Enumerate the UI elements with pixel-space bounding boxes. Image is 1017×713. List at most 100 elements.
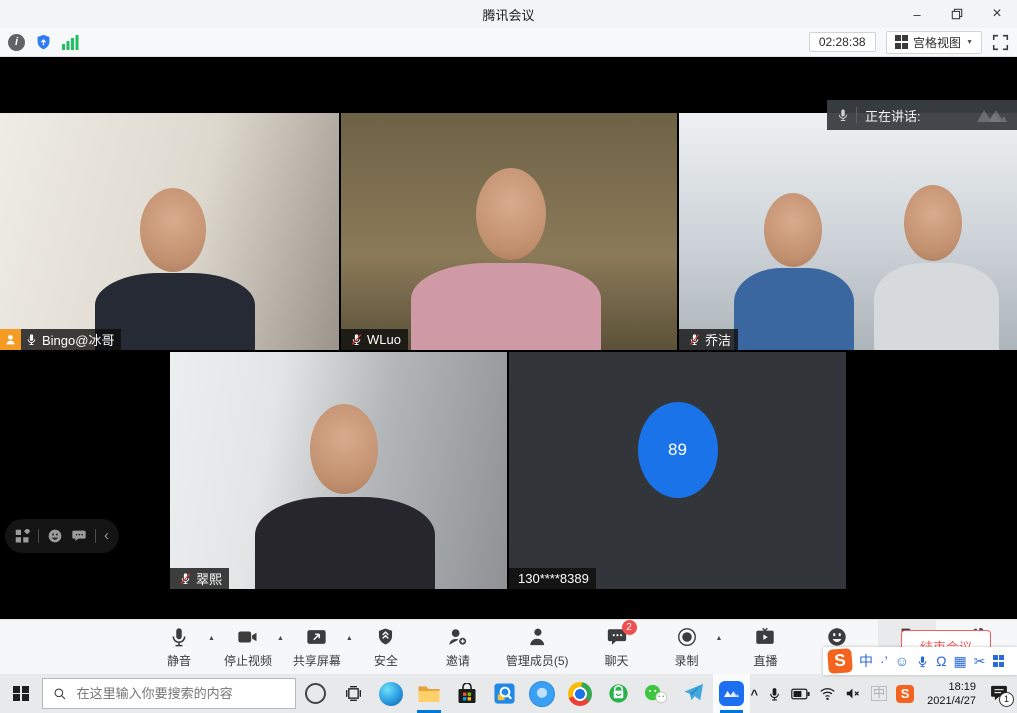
security-button[interactable]: 安全	[357, 620, 415, 674]
ime-keyboard-icon[interactable]: ▦	[954, 654, 967, 668]
ime-language-icon[interactable]: 中	[859, 654, 873, 668]
ime-toolbar: S 中 ·’ ☺ Ω ▦ ✂	[823, 647, 1017, 675]
ime-emoji-icon[interactable]: ☺	[895, 654, 909, 668]
members-icon	[526, 625, 548, 648]
security-shield-icon[interactable]	[34, 33, 53, 52]
chat-icon: 2	[606, 625, 628, 648]
video-tile-bingo[interactable]: Bingo@冰哥	[0, 113, 339, 350]
tray-date: 2021/4/27	[927, 694, 976, 708]
taskbar-app-chrome[interactable]	[561, 674, 599, 713]
view-mode-switch[interactable]: 宫格视图 ▼	[886, 31, 982, 54]
chat-unread-badge: 2	[622, 620, 637, 635]
invite-button[interactable]: 邀请	[429, 620, 487, 674]
share-screen-button[interactable]: 共享屏幕	[288, 625, 346, 669]
taskbar-app-clock[interactable]	[523, 674, 561, 713]
share-options-caret[interactable]: ▲	[346, 635, 353, 642]
mic-muted-icon	[179, 572, 192, 585]
participant-face	[764, 193, 822, 267]
wifi-icon[interactable]	[819, 686, 836, 701]
taskbar-app-telegram[interactable]	[675, 674, 713, 713]
volume-muted-icon[interactable]	[845, 686, 862, 701]
cortana-button[interactable]	[296, 674, 334, 713]
host-badge-icon	[0, 329, 21, 350]
live-tv-icon	[754, 625, 776, 648]
windows-taskbar: ^ 中 S 18:19 2021/4/27 1	[0, 674, 1017, 713]
layout-icon[interactable]	[15, 529, 30, 544]
taskbar-app-edge[interactable]	[372, 674, 410, 713]
restore-button[interactable]	[937, 0, 977, 28]
window-title: 腾讯会议	[0, 5, 1017, 24]
start-button[interactable]	[0, 674, 42, 713]
taskbar-search[interactable]	[42, 678, 297, 709]
participant-torso-2	[874, 263, 999, 350]
invite-label: 邀请	[446, 652, 470, 669]
live-stream-button[interactable]: 直播	[736, 620, 794, 674]
ime-toolbox-icon[interactable]	[993, 655, 1005, 667]
record-options-caret[interactable]: ▲	[716, 635, 723, 642]
taskbar-app-meeting[interactable]	[713, 674, 751, 713]
video-tile-phone[interactable]: 89 130****8389	[509, 352, 846, 589]
mute-button[interactable]: 静音	[150, 625, 208, 669]
wechat-icon	[643, 683, 668, 705]
video-tile-qiaojie[interactable]: 乔洁	[679, 113, 1017, 350]
taskbar-app-wechat[interactable]	[637, 674, 675, 713]
divider	[95, 529, 96, 543]
video-tile-wluo[interactable]: WLuo	[341, 113, 677, 350]
meeting-info-icon[interactable]: i	[8, 34, 25, 51]
mic-on-icon	[25, 333, 38, 346]
cortana-icon	[305, 683, 326, 704]
tray-expand-icon[interactable]: ^	[750, 687, 758, 702]
search-input[interactable]	[75, 685, 286, 702]
taskbar-app-photos[interactable]	[486, 674, 524, 713]
taskbar-app-store[interactable]	[448, 674, 486, 713]
fullscreen-icon[interactable]	[992, 34, 1009, 51]
ime-screenshot-icon[interactable]: ✂	[974, 654, 986, 668]
manage-members-button[interactable]: 管理成员(5)	[501, 620, 574, 674]
manage-members-label: 管理成员(5)	[506, 652, 569, 669]
task-view-icon	[345, 685, 362, 702]
mic-options-caret[interactable]: ▲	[208, 635, 215, 642]
telegram-icon	[682, 682, 705, 705]
share-screen-icon	[305, 625, 328, 648]
live-stream-label: 直播	[753, 652, 777, 669]
minimize-button[interactable]: –	[897, 0, 937, 28]
record-button[interactable]: 录制	[658, 625, 716, 669]
taskbar-app-explorer[interactable]	[410, 674, 448, 713]
record-label: 录制	[675, 652, 699, 669]
tray-mic-icon[interactable]	[767, 686, 782, 702]
ime-voice-icon[interactable]	[916, 654, 929, 669]
taskbar-app-green-store[interactable]	[599, 674, 637, 713]
grid-view-icon	[895, 35, 909, 49]
chat-bubble-icon[interactable]	[71, 528, 87, 544]
windows-logo-icon	[13, 686, 29, 702]
stop-video-button[interactable]: 停止视频	[219, 625, 277, 669]
search-icon	[53, 687, 67, 701]
tray-time: 18:19	[927, 680, 976, 694]
participant-name-tag: 翠熙	[170, 568, 229, 589]
ime-symbols-icon[interactable]: Ω	[936, 654, 946, 668]
participant-torso	[734, 268, 854, 350]
emoji-icon[interactable]	[47, 528, 63, 544]
participant-torso	[255, 497, 435, 589]
sogou-logo-icon[interactable]: S	[827, 648, 853, 674]
topbar-right: 02:28:38 宫格视图 ▼	[809, 31, 1009, 54]
video-tile-cuixi[interactable]: 翠熙	[170, 352, 507, 589]
notification-center-button[interactable]: 1	[989, 683, 1011, 705]
avatar: 89	[638, 402, 718, 498]
battery-icon[interactable]	[791, 687, 810, 701]
ms-store-icon	[456, 683, 478, 705]
chat-button[interactable]: 2 聊天	[588, 620, 646, 674]
taskbar-clock[interactable]: 18:19 2021/4/27	[927, 680, 976, 708]
chevron-left-icon[interactable]: ‹	[104, 528, 109, 543]
close-button[interactable]: ×	[977, 0, 1017, 28]
record-icon	[676, 625, 698, 648]
task-view-button[interactable]	[334, 674, 372, 713]
ime-punctuation-icon[interactable]: ·’	[880, 654, 888, 668]
ime-pin-icon[interactable]: 中	[871, 686, 887, 701]
video-options-caret[interactable]: ▲	[277, 635, 284, 642]
network-signal-icon[interactable]	[62, 34, 79, 50]
file-explorer-icon	[417, 683, 441, 705]
sogou-tray-icon[interactable]: S	[896, 685, 914, 703]
participant-face	[140, 188, 206, 272]
mic-muted-icon	[688, 333, 701, 346]
